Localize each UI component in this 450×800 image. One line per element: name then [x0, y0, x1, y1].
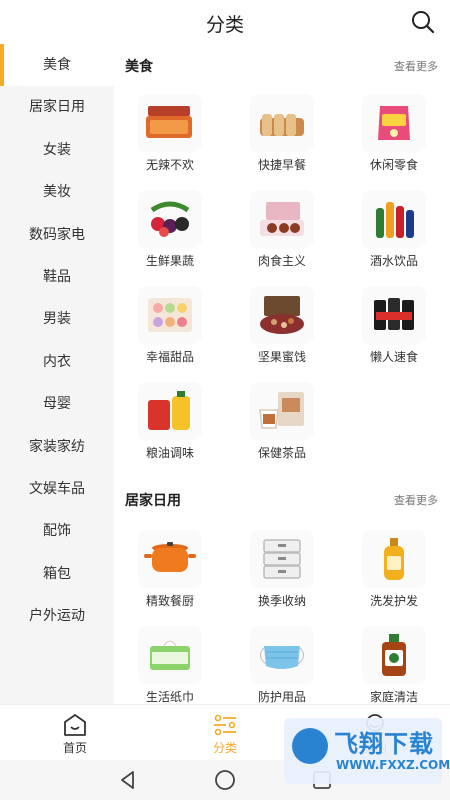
- instant-food-icon: [362, 286, 426, 344]
- watermark-url: WWW.FXXZ.COM: [336, 758, 450, 772]
- top-bar: 分类: [0, 0, 450, 44]
- watermark: 飞翔下载 WWW.FXXZ.COM: [284, 718, 450, 784]
- nuts-icon: [250, 286, 314, 344]
- sidebar-item-food[interactable]: 美食: [0, 44, 114, 87]
- sidebar-item-shoes[interactable]: 鞋品: [0, 256, 114, 298]
- sidebar-item-household[interactable]: 居家日用: [0, 86, 114, 128]
- subcategory-item[interactable]: 家庭清洁: [338, 626, 450, 704]
- category-content: 美食 查看更多 无辣不欢 快捷早餐 休闲零食 生鲜果蔬 肉食主义 酒水饮品 幸福…: [114, 44, 450, 704]
- subcategory-item[interactable]: 肉食主义: [226, 190, 338, 286]
- sidebar-item-accessories[interactable]: 配饰: [0, 510, 114, 552]
- subcategory-item[interactable]: 换季收纳: [226, 530, 338, 626]
- spicy-snack-icon: [138, 94, 202, 152]
- view-more-link[interactable]: 查看更多: [394, 58, 438, 74]
- page-title: 分类: [205, 14, 244, 36]
- disinfectant-icon: [362, 626, 426, 684]
- watermark-title: 飞翔下载: [334, 730, 434, 758]
- tissue-icon: [138, 626, 202, 684]
- section-header: 居家日用 查看更多: [114, 488, 450, 512]
- subcategory-item[interactable]: 粮油调味: [114, 382, 226, 478]
- subcategory-item[interactable]: 生鲜果蔬: [114, 190, 226, 286]
- tea-icon: [250, 382, 314, 440]
- subcategory-item[interactable]: 休闲零食: [338, 94, 450, 190]
- search-icon[interactable]: [410, 9, 436, 35]
- subcategory-item[interactable]: 酒水饮品: [338, 190, 450, 286]
- bread-icon: [250, 94, 314, 152]
- section-title: 居家日用: [125, 493, 181, 509]
- sidebar-item-electronics[interactable]: 数码家电: [0, 214, 114, 256]
- sidebar-item-beauty[interactable]: 美妆: [0, 171, 114, 213]
- sidebar-item-womens-wear[interactable]: 女装: [0, 129, 114, 171]
- section-header: 美食 查看更多: [114, 54, 450, 78]
- macaron-icon: [138, 286, 202, 344]
- sidebar-item-outdoor[interactable]: 户外运动: [0, 595, 114, 637]
- tab-category[interactable]: 分类: [150, 705, 300, 761]
- view-more-link[interactable]: 查看更多: [394, 492, 438, 508]
- section-household: 居家日用 查看更多 精致餐厨 换季收纳 洗发护发 生活纸巾 防护用品 家庭清洁: [114, 488, 450, 704]
- subcategory-item[interactable]: 生活纸巾: [114, 626, 226, 704]
- snack-bag-icon: [362, 94, 426, 152]
- subcategory-item[interactable]: 保健茶品: [226, 382, 338, 478]
- subcategory-item[interactable]: 懒人速食: [338, 286, 450, 382]
- watermark-logo-icon: [292, 728, 328, 764]
- subcategory-item[interactable]: 精致餐厨: [114, 530, 226, 626]
- subcategory-item[interactable]: 快捷早餐: [226, 94, 338, 190]
- fruit-icon: [138, 190, 202, 248]
- drinks-icon: [362, 190, 426, 248]
- subcategory-item[interactable]: 无辣不欢: [114, 94, 226, 190]
- subcategory-item[interactable]: 坚果蜜饯: [226, 286, 338, 382]
- home-icon: [64, 714, 86, 736]
- category-sidebar: 美食 居家日用 女装 美妆 数码家电 鞋品 男装 内衣 母婴 家装家纺 文娱车品…: [0, 44, 114, 704]
- category-icon: [214, 714, 236, 736]
- sidebar-item-underwear[interactable]: 内衣: [0, 341, 114, 383]
- storage-box-icon: [250, 530, 314, 588]
- subcategory-item[interactable]: 幸福甜品: [114, 286, 226, 382]
- pot-icon: [138, 530, 202, 588]
- shampoo-icon: [362, 530, 426, 588]
- home-button-icon[interactable]: [213, 768, 237, 792]
- sidebar-item-mens-wear[interactable]: 男装: [0, 298, 114, 340]
- back-icon[interactable]: [116, 768, 140, 792]
- sidebar-item-home-textile[interactable]: 家装家纺: [0, 426, 114, 468]
- oil-rice-icon: [138, 382, 202, 440]
- section-title: 美食: [125, 59, 153, 75]
- subcategory-item[interactable]: 洗发护发: [338, 530, 450, 626]
- mask-icon: [250, 626, 314, 684]
- tab-home[interactable]: 首页: [0, 705, 150, 761]
- sidebar-item-mother-baby[interactable]: 母婴: [0, 383, 114, 425]
- section-food: 美食 查看更多 无辣不欢 快捷早餐 休闲零食 生鲜果蔬 肉食主义 酒水饮品 幸福…: [114, 54, 450, 460]
- subcategory-item[interactable]: 防护用品: [226, 626, 338, 704]
- sidebar-item-entertainment-car[interactable]: 文娱车品: [0, 468, 114, 510]
- meat-icon: [250, 190, 314, 248]
- sidebar-item-bags[interactable]: 箱包: [0, 553, 114, 595]
